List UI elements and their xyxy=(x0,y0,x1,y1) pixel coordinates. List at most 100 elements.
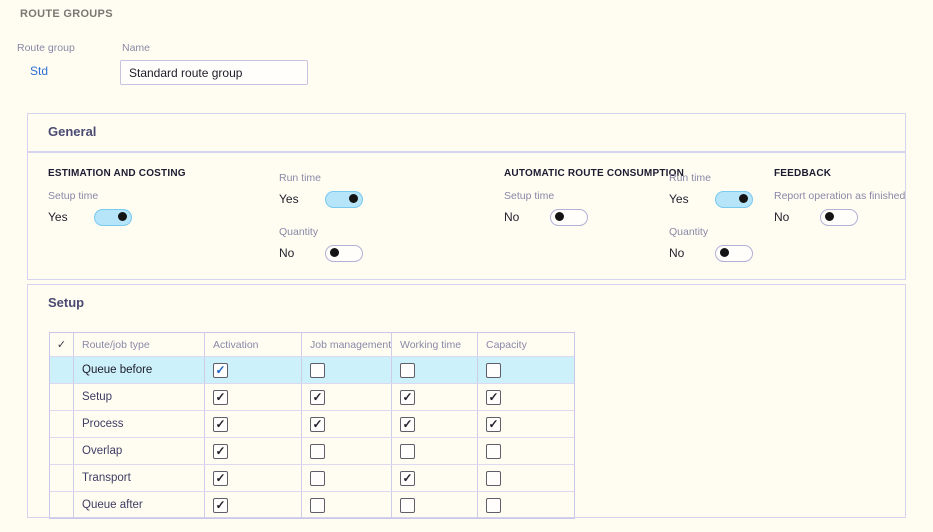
report-operation-finished-value: No xyxy=(774,210,820,224)
route-job-type-cell[interactable]: Overlap xyxy=(74,438,205,464)
activation-cell xyxy=(205,411,302,437)
job-management-cell xyxy=(302,411,392,437)
job-management-checkbox[interactable] xyxy=(310,417,325,432)
toggle-knob xyxy=(118,212,127,221)
working-time-checkbox[interactable] xyxy=(400,498,415,513)
capacity-cell xyxy=(478,465,574,491)
activation-checkbox[interactable] xyxy=(213,444,228,459)
capacity-checkbox[interactable] xyxy=(486,471,501,486)
capacity-checkbox[interactable] xyxy=(486,444,501,459)
name-input[interactable] xyxy=(120,60,308,85)
column-header-capacity[interactable]: Capacity xyxy=(478,333,574,356)
report-operation-finished-toggle[interactable] xyxy=(820,209,858,226)
group-heading: ESTIMATION AND COSTING xyxy=(48,168,186,179)
table-row-queue-before: Queue before xyxy=(50,356,574,383)
toggle-knob xyxy=(555,212,564,221)
setup-time-toggle[interactable] xyxy=(94,209,132,226)
quantity-field: No xyxy=(279,244,363,262)
route-group-label: Route group xyxy=(17,42,75,54)
working-time-cell xyxy=(392,465,478,491)
column-header-working-time[interactable]: Working time xyxy=(392,333,478,356)
setup-section-header[interactable]: Setup xyxy=(48,295,84,310)
activation-cell xyxy=(205,384,302,410)
table-row-queue-after: Queue after xyxy=(50,491,574,518)
page-title: ROUTE GROUPS xyxy=(20,8,113,20)
route-job-type-cell[interactable]: Setup xyxy=(74,384,205,410)
working-time-checkbox[interactable] xyxy=(400,444,415,459)
activation-checkbox[interactable] xyxy=(213,363,228,378)
activation-checkbox[interactable] xyxy=(213,417,228,432)
activation-cell xyxy=(205,357,302,383)
quantity-toggle[interactable] xyxy=(715,245,753,262)
column-header-job-management[interactable]: Job management xyxy=(302,333,392,356)
working-time-checkbox[interactable] xyxy=(400,390,415,405)
activation-checkbox[interactable] xyxy=(213,390,228,405)
toggle-knob xyxy=(720,248,729,257)
row-selector[interactable] xyxy=(50,357,74,383)
toggle-knob xyxy=(330,248,339,257)
job-management-cell xyxy=(302,465,392,491)
route-job-type-cell[interactable]: Queue after xyxy=(74,492,205,518)
capacity-cell xyxy=(478,384,574,410)
table-row-setup: Setup xyxy=(50,383,574,410)
job-management-cell xyxy=(302,438,392,464)
working-time-cell xyxy=(392,492,478,518)
route-job-type-cell[interactable]: Process xyxy=(74,411,205,437)
group-heading: FEEDBACK xyxy=(774,168,831,179)
job-management-checkbox[interactable] xyxy=(310,444,325,459)
setup-time-value: No xyxy=(504,210,550,224)
capacity-checkbox[interactable] xyxy=(486,390,501,405)
run-time-label: Run time xyxy=(279,172,321,184)
route-group-value-link[interactable]: Std xyxy=(30,64,48,78)
activation-checkbox[interactable] xyxy=(213,471,228,486)
toggle-knob xyxy=(825,212,834,221)
quantity-value: No xyxy=(669,246,715,260)
activation-checkbox[interactable] xyxy=(213,498,228,513)
row-selector[interactable] xyxy=(50,438,74,464)
table-row-transport: Transport xyxy=(50,464,574,491)
run-time-value: Yes xyxy=(669,192,715,206)
setup-time-label: Setup time xyxy=(48,190,98,202)
activation-cell xyxy=(205,438,302,464)
setup-time-field: Yes xyxy=(48,208,132,226)
job-management-checkbox[interactable] xyxy=(310,498,325,513)
column-header-activation[interactable]: Activation xyxy=(205,333,302,356)
row-selector[interactable] xyxy=(50,492,74,518)
general-section: General ESTIMATION AND COSTING Setup tim… xyxy=(27,113,906,280)
job-management-checkbox[interactable] xyxy=(310,390,325,405)
check-icon: ✓ xyxy=(57,338,66,351)
route-job-type-cell[interactable]: Transport xyxy=(74,465,205,491)
grid-header-row: ✓ Route/job type Activation Job manageme… xyxy=(50,333,574,356)
run-time-toggle[interactable] xyxy=(325,191,363,208)
row-selector[interactable] xyxy=(50,411,74,437)
row-selector[interactable] xyxy=(50,465,74,491)
job-management-checkbox[interactable] xyxy=(310,363,325,378)
setup-section: Setup ✓ Route/job type Activation Job ma… xyxy=(27,284,906,518)
capacity-checkbox[interactable] xyxy=(486,363,501,378)
job-management-checkbox[interactable] xyxy=(310,471,325,486)
setup-time-toggle[interactable] xyxy=(550,209,588,226)
general-section-header[interactable]: General xyxy=(48,124,96,139)
quantity-toggle[interactable] xyxy=(325,245,363,262)
column-header-route-job-type[interactable]: Route/job type xyxy=(74,333,205,356)
quantity-field: No xyxy=(669,244,753,262)
run-time-toggle[interactable] xyxy=(715,191,753,208)
working-time-cell xyxy=(392,357,478,383)
run-time-field: Yes xyxy=(279,190,363,208)
working-time-checkbox[interactable] xyxy=(400,363,415,378)
name-label: Name xyxy=(122,42,150,54)
working-time-checkbox[interactable] xyxy=(400,471,415,486)
row-selector[interactable] xyxy=(50,384,74,410)
run-time-value: Yes xyxy=(279,192,325,206)
job-management-cell xyxy=(302,357,392,383)
working-time-cell xyxy=(392,384,478,410)
select-all-header[interactable]: ✓ xyxy=(50,333,74,356)
setup-time-value: Yes xyxy=(48,210,94,224)
capacity-checkbox[interactable] xyxy=(486,417,501,432)
table-row-overlap: Overlap xyxy=(50,437,574,464)
working-time-checkbox[interactable] xyxy=(400,417,415,432)
capacity-checkbox[interactable] xyxy=(486,498,501,513)
setup-time-field: No xyxy=(504,208,588,226)
route-job-type-cell[interactable]: Queue before xyxy=(74,357,205,383)
run-time-label: Run time xyxy=(669,172,711,184)
